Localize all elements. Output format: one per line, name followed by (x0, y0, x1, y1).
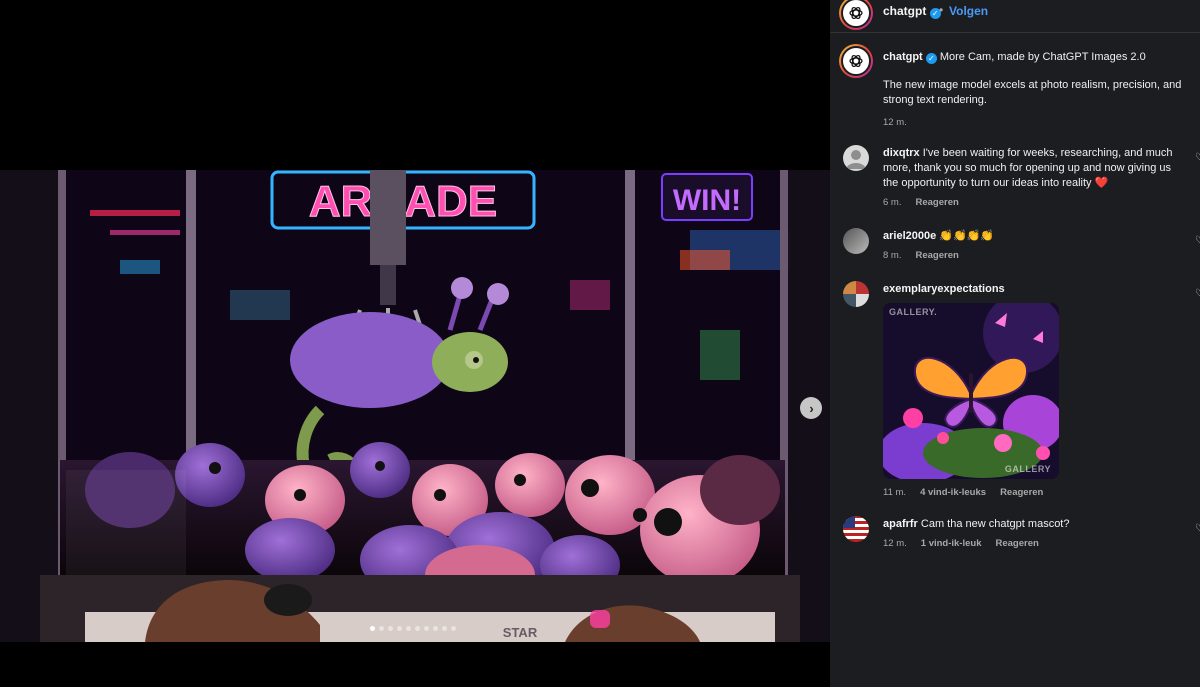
win-sign: WIN! (673, 184, 741, 217)
reply-button[interactable]: Reageren (995, 538, 1038, 549)
carousel-dot[interactable] (451, 626, 456, 631)
reply-button[interactable]: Reageren (915, 197, 958, 208)
carousel-dot[interactable] (397, 626, 402, 631)
openai-logo-icon (849, 6, 863, 20)
claw-machine-illustration: ARCADE WIN! (0, 170, 830, 642)
butterfly-illustration (883, 303, 1059, 479)
comments-panel: chatgpt ✓ • Volgen chatgpt ✓ More Cam, m… (830, 0, 1200, 687)
watermark-bottom: GALLERY (1004, 464, 1051, 474)
header-username[interactable]: chatgpt ✓ (883, 4, 941, 19)
caption-timestamp: 12 m. (883, 117, 907, 128)
avatar[interactable] (843, 281, 869, 307)
next-slide-button[interactable]: › (800, 397, 822, 419)
caption-avatar[interactable] (839, 44, 873, 78)
likes-count[interactable]: 4 vind-ik-leuks (920, 487, 986, 498)
avatar[interactable] (843, 228, 869, 254)
post-photo[interactable]: ARCADE WIN! (0, 170, 830, 642)
carousel-dot[interactable] (370, 626, 375, 631)
carousel-dot[interactable] (388, 626, 393, 631)
comment-text: I've been waiting for weeks, researching… (883, 147, 1173, 189)
start-label: STAR (503, 625, 538, 640)
avatar[interactable] (843, 516, 869, 542)
watermark-top: GALLERY. (889, 307, 938, 317)
comment-timestamp: 12 m. (883, 538, 907, 549)
heart-icon[interactable]: ♡ (1195, 153, 1200, 163)
comment-username[interactable]: dixqtrx (883, 147, 920, 159)
comment-timestamp: 6 m. (883, 197, 902, 208)
carousel-dot[interactable] (379, 626, 384, 631)
header-avatar[interactable] (839, 0, 873, 30)
carousel-dot[interactable] (415, 626, 420, 631)
comment-timestamp: 8 m. (883, 250, 902, 261)
heart-icon[interactable]: ♡ (1195, 524, 1200, 534)
comment-username[interactable]: ariel2000e (883, 230, 936, 242)
header-divider (830, 32, 1200, 33)
comment-text: 👏👏👏👏 (939, 230, 995, 242)
likes-count[interactable]: 1 vind-ik-leuk (921, 538, 982, 549)
openai-logo-icon (849, 54, 863, 68)
media-viewer: ARCADE WIN! (0, 0, 830, 687)
carousel-indicator (370, 626, 456, 631)
comment-username[interactable]: apafrfr (883, 518, 918, 530)
caption-text: The new image model excels at photo real… (883, 79, 1182, 106)
verified-badge-icon: ✓ (925, 53, 937, 64)
avatar[interactable] (843, 145, 869, 171)
reply-button[interactable]: Reageren (915, 250, 958, 261)
carousel-dot[interactable] (433, 626, 438, 631)
follow-button[interactable]: Volgen (949, 4, 988, 18)
heart-icon[interactable]: ♡ (1195, 236, 1200, 246)
comment-timestamp: 11 m. (883, 487, 907, 498)
comment-text: Cam tha new chatgpt mascot? (920, 518, 1070, 530)
caption-title: More Cam, made by ChatGPT Images 2.0 (939, 51, 1146, 63)
heart-icon[interactable]: ♡ (1195, 289, 1200, 299)
post-header: chatgpt ✓ • Volgen (830, 0, 1200, 30)
reply-button[interactable]: Reageren (1000, 487, 1043, 498)
caption-username[interactable]: chatgpt (883, 51, 923, 63)
carousel-dot[interactable] (406, 626, 411, 631)
comment-username[interactable]: exemplaryexpectations (883, 283, 1005, 295)
carousel-dot[interactable] (442, 626, 447, 631)
chevron-right-icon: › (809, 400, 814, 416)
header-separator: • (939, 3, 944, 17)
carousel-dot[interactable] (424, 626, 429, 631)
default-user-icon (846, 150, 866, 169)
comment-image[interactable]: GALLERY. GALLERY (883, 303, 1059, 479)
